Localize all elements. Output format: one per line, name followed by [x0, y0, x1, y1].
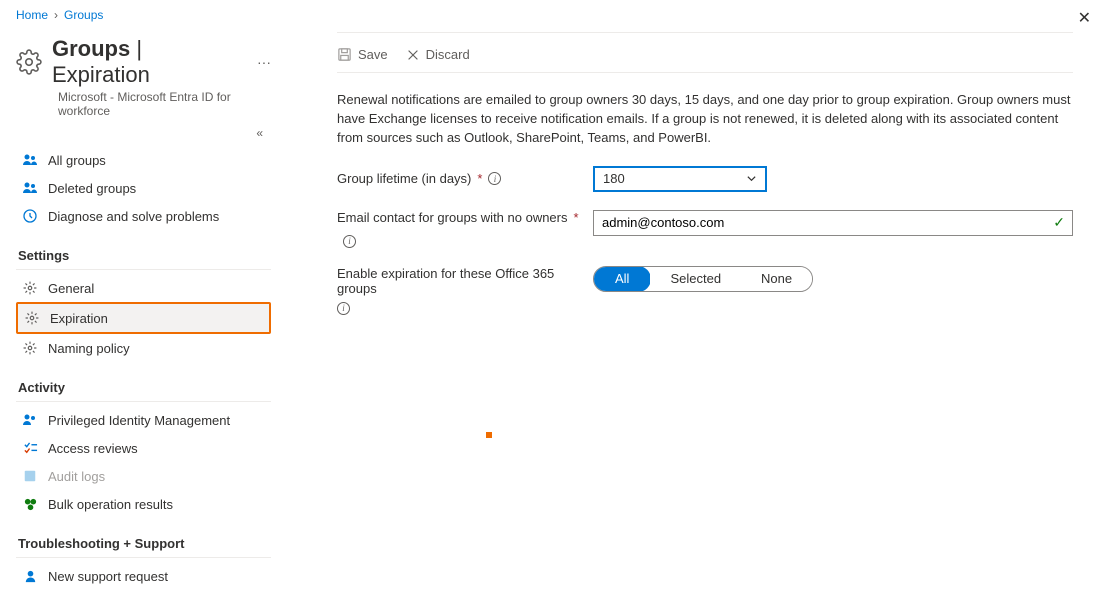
sidebar-item-label: Expiration [50, 311, 108, 326]
sidebar-item-label: Audit logs [48, 469, 105, 484]
bulk-icon [22, 496, 38, 512]
email-label: Email contact for groups with no owners … [337, 210, 581, 248]
sidebar-item-pim[interactable]: Privileged Identity Management [16, 406, 271, 434]
sidebar-item-all-groups[interactable]: All groups [16, 146, 271, 174]
enable-label: Enable expiration for these Office 365 g… [337, 266, 581, 315]
sidebar-item-label: Bulk operation results [48, 497, 173, 512]
gear-icon [22, 280, 38, 296]
breadcrumb-groups[interactable]: Groups [64, 8, 103, 22]
pill-none[interactable]: None [741, 267, 812, 291]
people-icon [22, 412, 38, 428]
content-pane: Save Discard Renewal notifications are e… [277, 26, 1103, 590]
lifetime-value: 180 [603, 171, 625, 186]
chevron-down-icon [746, 173, 757, 184]
people-icon [22, 152, 38, 168]
discard-icon [406, 48, 420, 62]
sidebar-item-diagnose[interactable]: Diagnose and solve problems [16, 202, 271, 230]
checkmark-icon: ✓ [1053, 214, 1065, 231]
description-text: Renewal notifications are emailed to gro… [337, 91, 1073, 148]
email-input[interactable] [593, 210, 1073, 236]
gear-icon [22, 340, 38, 356]
people-icon [22, 180, 38, 196]
sidebar-item-naming-policy[interactable]: Naming policy [16, 334, 271, 362]
breadcrumb-home[interactable]: Home [16, 8, 48, 22]
collapse-sidebar-icon[interactable]: « [16, 118, 271, 142]
pill-all[interactable]: All [593, 266, 651, 292]
sidebar-item-deleted-groups[interactable]: Deleted groups [16, 174, 271, 202]
sidebar-item-label: Privileged Identity Management [48, 413, 230, 428]
sidebar-item-label: General [48, 281, 94, 296]
title-bold: Groups [52, 36, 130, 61]
gear-icon [16, 49, 42, 75]
required-asterisk: * [574, 210, 579, 225]
title-sep: | [130, 36, 142, 61]
section-activity: Activity [16, 376, 271, 399]
discard-label: Discard [426, 47, 470, 62]
save-button[interactable]: Save [337, 47, 388, 62]
sidebar-item-expiration[interactable]: Expiration [16, 302, 271, 334]
required-asterisk: * [477, 171, 482, 186]
marker-dot [486, 432, 492, 438]
sidebar: Groups | Expiration ··· Microsoft - Micr… [0, 26, 277, 590]
section-settings: Settings [16, 244, 271, 267]
sidebar-item-label: Access reviews [48, 441, 138, 456]
sidebar-item-label: Deleted groups [48, 181, 136, 196]
lifetime-select[interactable]: 180 [593, 166, 767, 192]
close-icon[interactable]: ✕ [1078, 8, 1091, 28]
gear-icon [24, 310, 40, 326]
info-icon[interactable]: i [343, 235, 356, 248]
sidebar-item-access-reviews[interactable]: Access reviews [16, 434, 271, 462]
breadcrumb: Home › Groups [0, 0, 1103, 26]
section-troubleshoot: Troubleshooting + Support [16, 532, 271, 555]
toolbar: Save Discard [337, 33, 1073, 72]
sidebar-item-label: Diagnose and solve problems [48, 209, 219, 224]
sidebar-item-support[interactable]: New support request [16, 562, 271, 590]
page-subtitle: Microsoft - Microsoft Entra ID for workf… [16, 90, 271, 118]
save-label: Save [358, 47, 388, 62]
info-icon[interactable]: i [488, 172, 501, 185]
log-icon [22, 468, 38, 484]
lifetime-label: Group lifetime (in days) * i [337, 171, 581, 186]
sidebar-item-audit-logs[interactable]: Audit logs [16, 462, 271, 490]
more-icon[interactable]: ··· [249, 54, 271, 70]
sidebar-item-label: All groups [48, 153, 106, 168]
sidebar-item-label: Naming policy [48, 341, 130, 356]
chevron-right-icon: › [54, 8, 58, 22]
save-icon [337, 47, 352, 62]
page-title-row: Groups | Expiration ··· [16, 26, 271, 88]
diagnose-icon [22, 208, 38, 224]
enable-pill-group: All Selected None [593, 266, 813, 292]
info-icon[interactable]: i [337, 302, 350, 315]
sidebar-item-general[interactable]: General [16, 274, 271, 302]
sidebar-item-bulk-results[interactable]: Bulk operation results [16, 490, 271, 518]
checklist-icon [22, 440, 38, 456]
support-icon [22, 568, 38, 584]
title-light: Expiration [52, 62, 150, 87]
pill-selected[interactable]: Selected [650, 267, 741, 291]
sidebar-item-label: New support request [48, 569, 168, 584]
discard-button[interactable]: Discard [406, 47, 470, 62]
